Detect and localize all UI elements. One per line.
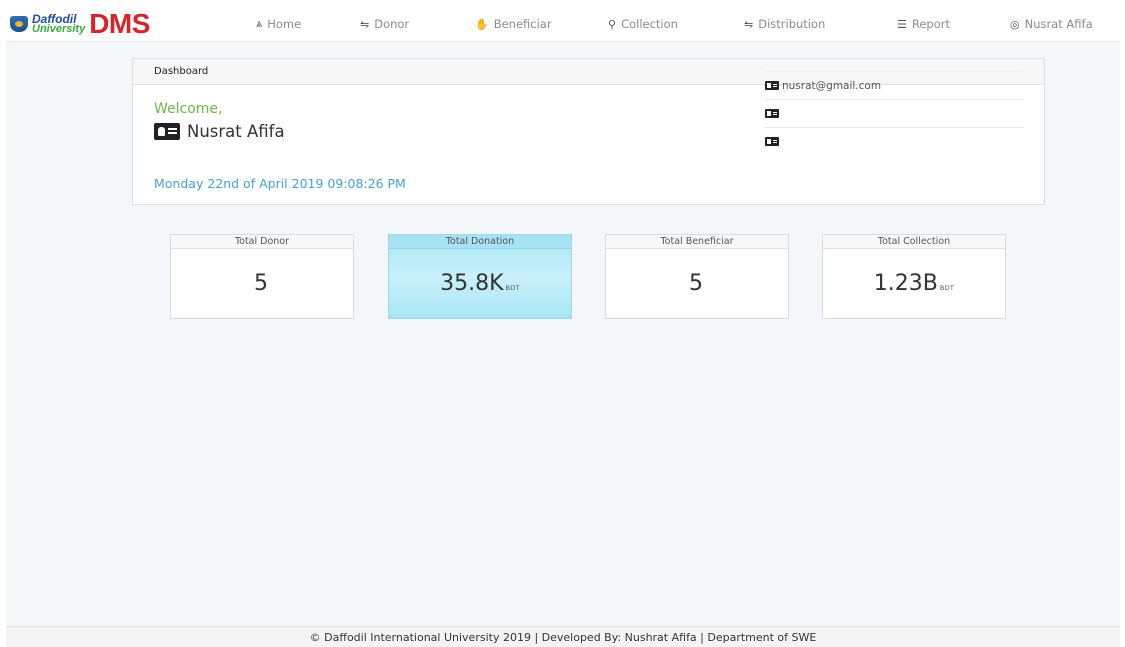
stat-card-total-donor: Total Donor 5: [170, 234, 354, 319]
nav-collection-label: Collection: [621, 17, 678, 31]
list-icon: ☰: [897, 17, 907, 31]
user-name: Nusrat Afifa: [154, 122, 285, 141]
nav-beneficiar-label: Beneficiar: [493, 17, 552, 31]
stat-card-total-beneficiar: Total Beneficiar 5: [605, 234, 789, 319]
stat-value-unit: BDT: [939, 284, 955, 292]
page-footer: © Daffodil International University 2019…: [6, 626, 1120, 647]
stat-card-value: 1.23B BDT: [823, 271, 1005, 296]
stat-value-number: 5: [689, 271, 703, 296]
nav-distribution-label: Distribution: [758, 17, 826, 31]
nav-report[interactable]: ☰ Report: [897, 6, 950, 42]
university-name-line2: University: [32, 22, 86, 35]
nav-beneficiar[interactable]: ✋ Beneficiar: [475, 6, 552, 42]
hand-icon: ✋: [475, 17, 489, 31]
university-name-line1: Daffodil: [32, 11, 77, 26]
nav-home-label: Home: [267, 17, 302, 31]
stat-card-value: 35.8K BDT: [389, 271, 571, 296]
nav-user-label: Nusrat Afifa: [1024, 17, 1093, 31]
info-email-text: nusrat@gmail.com: [782, 79, 882, 92]
stat-value-unit: BDT: [505, 284, 520, 292]
nav-donor[interactable]: ⇋ Donor: [360, 6, 409, 42]
nav-collection[interactable]: ⚲ Collection: [608, 6, 678, 42]
id-card-icon: [765, 109, 779, 118]
donor-icon: ⇋: [360, 17, 370, 31]
id-card-icon: [765, 81, 779, 90]
top-navbar: Daffodil University DMS ⩓ Home ⇋ Donor ✋…: [6, 6, 1120, 42]
nav-distribution[interactable]: ⇋ Distribution: [744, 6, 825, 42]
user-circle-icon: ◎: [1010, 17, 1020, 31]
brand-logo-link[interactable]: Daffodil University DMS: [6, 6, 150, 42]
footer-text: © Daffodil International University 2019…: [309, 631, 817, 644]
stat-card-total-collection: Total Collection 1.23B BDT: [822, 234, 1006, 319]
app-name: DMS: [89, 7, 150, 39]
distribution-icon: ⇋: [744, 17, 754, 31]
stat-card-title: Total Collection: [823, 235, 1005, 249]
stat-value-number: 5: [254, 271, 268, 296]
welcome-text: Welcome,: [154, 101, 223, 117]
stat-value-number: 35.8K: [440, 271, 504, 296]
university-logo-icon: [10, 15, 28, 32]
binoculars-icon: ⚲: [608, 17, 617, 31]
id-card-icon: [765, 137, 779, 146]
stat-card-value: 5: [606, 271, 788, 296]
stat-card-total-donation: Total Donation 35.8K BDT: [388, 234, 572, 319]
stat-card-title: Total Donation: [389, 235, 571, 249]
stat-card-value: 5: [171, 271, 353, 296]
stat-card-title: Total Beneficiar: [606, 235, 788, 249]
home-icon: ⩓: [256, 17, 263, 30]
nav-home[interactable]: ⩓ Home: [256, 6, 301, 42]
dashboard-panel: Dashboard Welcome, Nusrat Afifa Monday 2…: [132, 58, 1045, 205]
nav-donor-label: Donor: [374, 17, 410, 31]
stat-card-title: Total Donor: [171, 235, 353, 249]
university-wordmark: Daffodil University: [32, 11, 86, 35]
stat-value-number: 1.23B: [873, 271, 938, 296]
id-card-icon: [154, 123, 180, 140]
user-name-text: Nusrat Afifa: [187, 122, 285, 141]
info-row: [765, 127, 1023, 155]
nav-report-label: Report: [911, 17, 950, 31]
current-datetime: Monday 22nd of April 2019 09:08:26 PM: [154, 176, 406, 191]
nav-user-menu[interactable]: ◎ Nusrat Afifa: [1010, 6, 1093, 42]
info-row-email: nusrat@gmail.com: [765, 71, 1023, 99]
info-row: [765, 99, 1023, 127]
user-info-list: nusrat@gmail.com: [765, 71, 1023, 155]
